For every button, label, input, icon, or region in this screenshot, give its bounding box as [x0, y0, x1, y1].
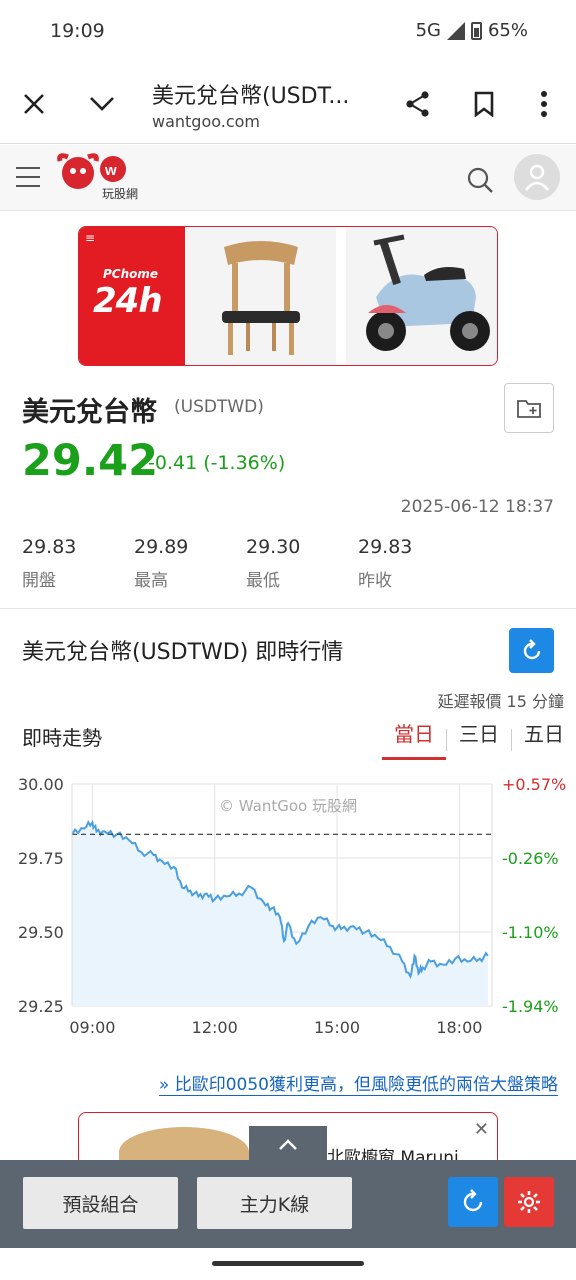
- y-tick-label-left: 29.75: [18, 849, 64, 868]
- quote-stats: 29.83 開盤 29.89 最高 29.30 最低 29.83 昨收: [0, 530, 576, 608]
- close-icon[interactable]: [18, 88, 50, 120]
- chart-area-fill: [72, 822, 488, 1006]
- battery-level: 65%: [487, 20, 528, 41]
- last-price: 29.42: [22, 436, 159, 486]
- y-tick-label-right: -1.94%: [502, 997, 559, 1016]
- add-folder-icon: [517, 400, 541, 418]
- status-indicators: 5G 65%: [416, 20, 528, 41]
- stat-label: 最高: [134, 571, 168, 591]
- hamburger-menu-icon[interactable]: [16, 167, 40, 187]
- add-to-portfolio-button[interactable]: [504, 383, 554, 433]
- x-tick-label: 18:00: [436, 1018, 482, 1037]
- stat-value: 29.89: [134, 536, 189, 558]
- network-label: 5G: [415, 20, 441, 41]
- y-tick-label-left: 29.50: [18, 923, 64, 942]
- user-avatar[interactable]: [514, 154, 560, 200]
- instrument-name: 美元兌台幣: [22, 397, 157, 428]
- bottom-toolbar: 預設組合 主力K線: [0, 1160, 576, 1248]
- stat-label: 昨收: [358, 571, 392, 591]
- ad-chair-image: [186, 227, 336, 365]
- search-icon[interactable]: [466, 166, 494, 198]
- refresh-icon: [523, 638, 540, 659]
- chevron-up-icon: [279, 1139, 297, 1150]
- default-portfolio-button[interactable]: 預設組合: [23, 1177, 178, 1229]
- settings-button[interactable]: [504, 1177, 554, 1227]
- instrument-code: (USDTWD): [174, 397, 264, 417]
- refresh-icon: [463, 1189, 483, 1212]
- tab-five-day[interactable]: 五日: [512, 720, 576, 760]
- period-tabs: 當日 三日 五日: [382, 720, 576, 760]
- stat-label: 最低: [246, 571, 280, 591]
- trend-label: 即時走勢: [22, 726, 102, 750]
- stat-value: 29.30: [246, 536, 301, 558]
- delay-note: 延遲報價 15 分鐘: [437, 692, 564, 711]
- tab-three-day[interactable]: 三日: [447, 720, 511, 760]
- svg-text:w: w: [104, 162, 117, 179]
- intraday-chart[interactable]: © WantGoo 玩股網 30.00 29.75 29.50 29.25 +0.57% -…: [0, 764, 576, 1044]
- battery-icon: [470, 21, 482, 40]
- main-force-kline-button[interactable]: 主力K線: [197, 1177, 352, 1229]
- reload-button[interactable]: [448, 1177, 498, 1227]
- system-nav-bar: [0, 1248, 576, 1280]
- chevron-down-icon[interactable]: [86, 88, 118, 120]
- status-bar: 19:09 5G 65%: [0, 0, 576, 64]
- promo-link[interactable]: » 比歐印0050獲利更高，但風險更低的兩倍大盤策略: [158, 1070, 558, 1096]
- close-icon[interactable]: ✕: [474, 1119, 489, 1140]
- page-url[interactable]: wantgoo.com: [152, 112, 260, 131]
- browser-toolbar: 美元兌台幣(USDT... wantgoo.com: [0, 64, 576, 144]
- stat-high: 29.89 最高: [134, 536, 188, 591]
- home-gesture-pill[interactable]: [212, 1261, 364, 1266]
- y-tick-label-right: +0.57%: [502, 775, 566, 794]
- share-icon[interactable]: [402, 88, 434, 120]
- page-title: 美元兌台幣(USDT...: [152, 84, 350, 109]
- stat-low: 29.30 最低: [246, 536, 300, 591]
- y-tick-label-left: 30.00: [18, 775, 64, 794]
- tab-intraday[interactable]: 當日: [382, 720, 446, 760]
- stat-value: 29.83: [358, 536, 413, 558]
- ad-scooter-image: [346, 227, 497, 365]
- stat-label: 開盤: [22, 571, 56, 591]
- quote-timestamp: 2025-06-12 18:37: [400, 497, 554, 517]
- stat-open: 29.83 開盤: [22, 536, 76, 591]
- status-time: 19:09: [50, 20, 105, 42]
- signal-icon: [446, 21, 465, 40]
- x-tick-label: 12:00: [192, 1018, 238, 1037]
- y-tick-label-right: -1.10%: [502, 923, 559, 942]
- gear-icon: [518, 1191, 540, 1213]
- chart-watermark: © WantGoo 玩股網: [219, 797, 357, 815]
- y-tick-label-right: -0.26%: [502, 849, 559, 868]
- refresh-quote-button[interactable]: [509, 628, 554, 673]
- bookmark-icon[interactable]: [468, 88, 500, 120]
- logo-text: 玩股網: [102, 187, 139, 201]
- ad-brand-panel: ≡ PChome 24h: [79, 227, 185, 365]
- stat-prev-close: 29.83 昨收: [358, 536, 412, 591]
- stat-value: 29.83: [22, 536, 77, 558]
- more-menu-icon[interactable]: [528, 88, 560, 120]
- ad-brand-big: 24h: [93, 281, 163, 321]
- x-tick-label: 15:00: [314, 1018, 360, 1037]
- x-tick-label: 09:00: [69, 1018, 115, 1037]
- section-divider: [0, 608, 576, 609]
- scroll-top-button[interactable]: [249, 1126, 327, 1164]
- ad-brand-small: PChome: [103, 267, 159, 281]
- ad-banner[interactable]: ≡ PChome 24h: [78, 226, 498, 366]
- section-title: 美元兌台幣(USDTWD) 即時行情: [22, 640, 344, 665]
- price-change: -0.41 (-1.36%): [148, 452, 286, 474]
- ad-menu-icon: ≡: [85, 231, 96, 245]
- y-tick-label-left: 29.25: [18, 997, 64, 1016]
